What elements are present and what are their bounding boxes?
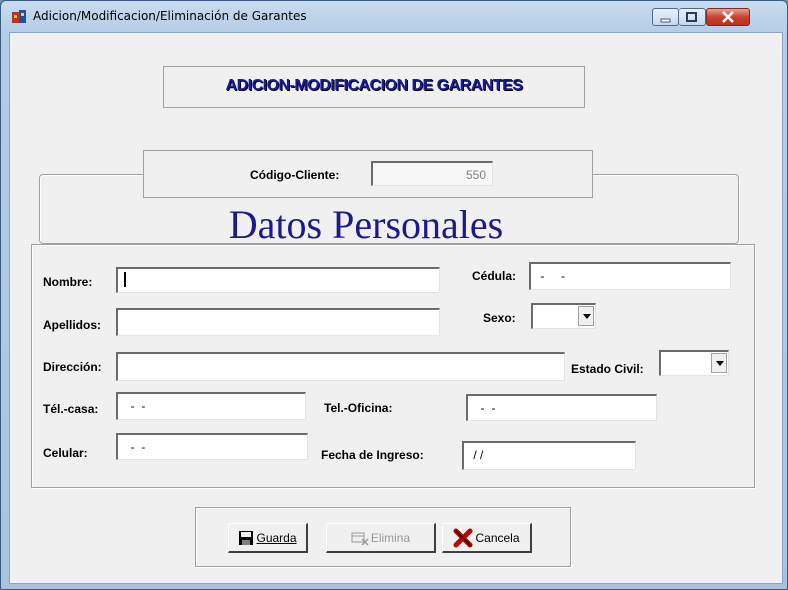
floppy-disk-icon <box>239 530 254 545</box>
cancela-button[interactable]: Cancela <box>442 523 532 553</box>
codigo-cliente-label: Código-Cliente: <box>250 168 340 182</box>
celular-label: Celular: <box>43 446 88 460</box>
minimize-button[interactable] <box>652 8 679 26</box>
maximize-button[interactable] <box>679 8 706 26</box>
direccion-input[interactable] <box>116 352 565 381</box>
cedula-label: Cédula: <box>472 269 517 283</box>
apellidos-input[interactable] <box>116 308 440 336</box>
chevron-down-icon[interactable] <box>578 306 594 326</box>
close-icon <box>722 11 734 23</box>
heading-banner: ADICION-MODIFICACION DE GARANTES <box>163 66 585 108</box>
estado-civil-label: Estado Civil: <box>571 362 644 376</box>
fecha-ingreso-label: Fecha de Ingreso: <box>321 448 424 462</box>
app-window: Adicion/Modificacion/Eliminación de Gara… <box>0 0 788 590</box>
window-title: Adicion/Modificacion/Eliminación de Gara… <box>33 9 307 23</box>
fecha-ingreso-input[interactable]: / / <box>462 441 636 470</box>
apellidos-label: Apellidos: <box>43 318 102 332</box>
nombre-input[interactable] <box>116 267 440 293</box>
nombre-label: Nombre: <box>43 275 93 289</box>
section-title: Datos Personales <box>228 202 504 247</box>
codigo-cliente-field: 550 <box>371 161 493 186</box>
chevron-down-icon[interactable] <box>711 353 727 373</box>
tel-oficina-input[interactable]: - - <box>466 394 657 421</box>
elimina-button[interactable]: Elimina <box>326 523 436 553</box>
sexo-select[interactable] <box>531 303 596 329</box>
maximize-icon <box>686 12 697 22</box>
close-button[interactable] <box>706 8 750 26</box>
banner-heading: ADICION-MODIFICACION DE GARANTES <box>225 77 523 94</box>
delete-record-icon <box>351 532 369 546</box>
title-bar[interactable]: Adicion/Modificacion/Eliminación de Gara… <box>1 1 787 31</box>
direccion-label: Dirección: <box>43 360 102 374</box>
text-cursor <box>124 272 126 288</box>
red-x-icon <box>453 528 473 547</box>
tel-oficina-label: Tel.-Oficina: <box>324 401 393 415</box>
estado-civil-select[interactable] <box>659 350 729 376</box>
tel-casa-label: Tél.-casa: <box>43 402 99 416</box>
guarda-button[interactable]: Guarda <box>228 523 308 553</box>
celular-input[interactable]: - - <box>116 433 308 460</box>
codigo-cliente-box <box>143 150 593 198</box>
client-area: ADICION-MODIFICACION DE GARANTES Código-… <box>9 32 783 584</box>
app-icon <box>12 10 26 23</box>
tel-casa-input[interactable]: - - <box>116 392 306 420</box>
cedula-input[interactable]: - - <box>529 262 731 290</box>
minimize-icon <box>660 18 671 23</box>
sexo-label: Sexo: <box>483 311 516 325</box>
